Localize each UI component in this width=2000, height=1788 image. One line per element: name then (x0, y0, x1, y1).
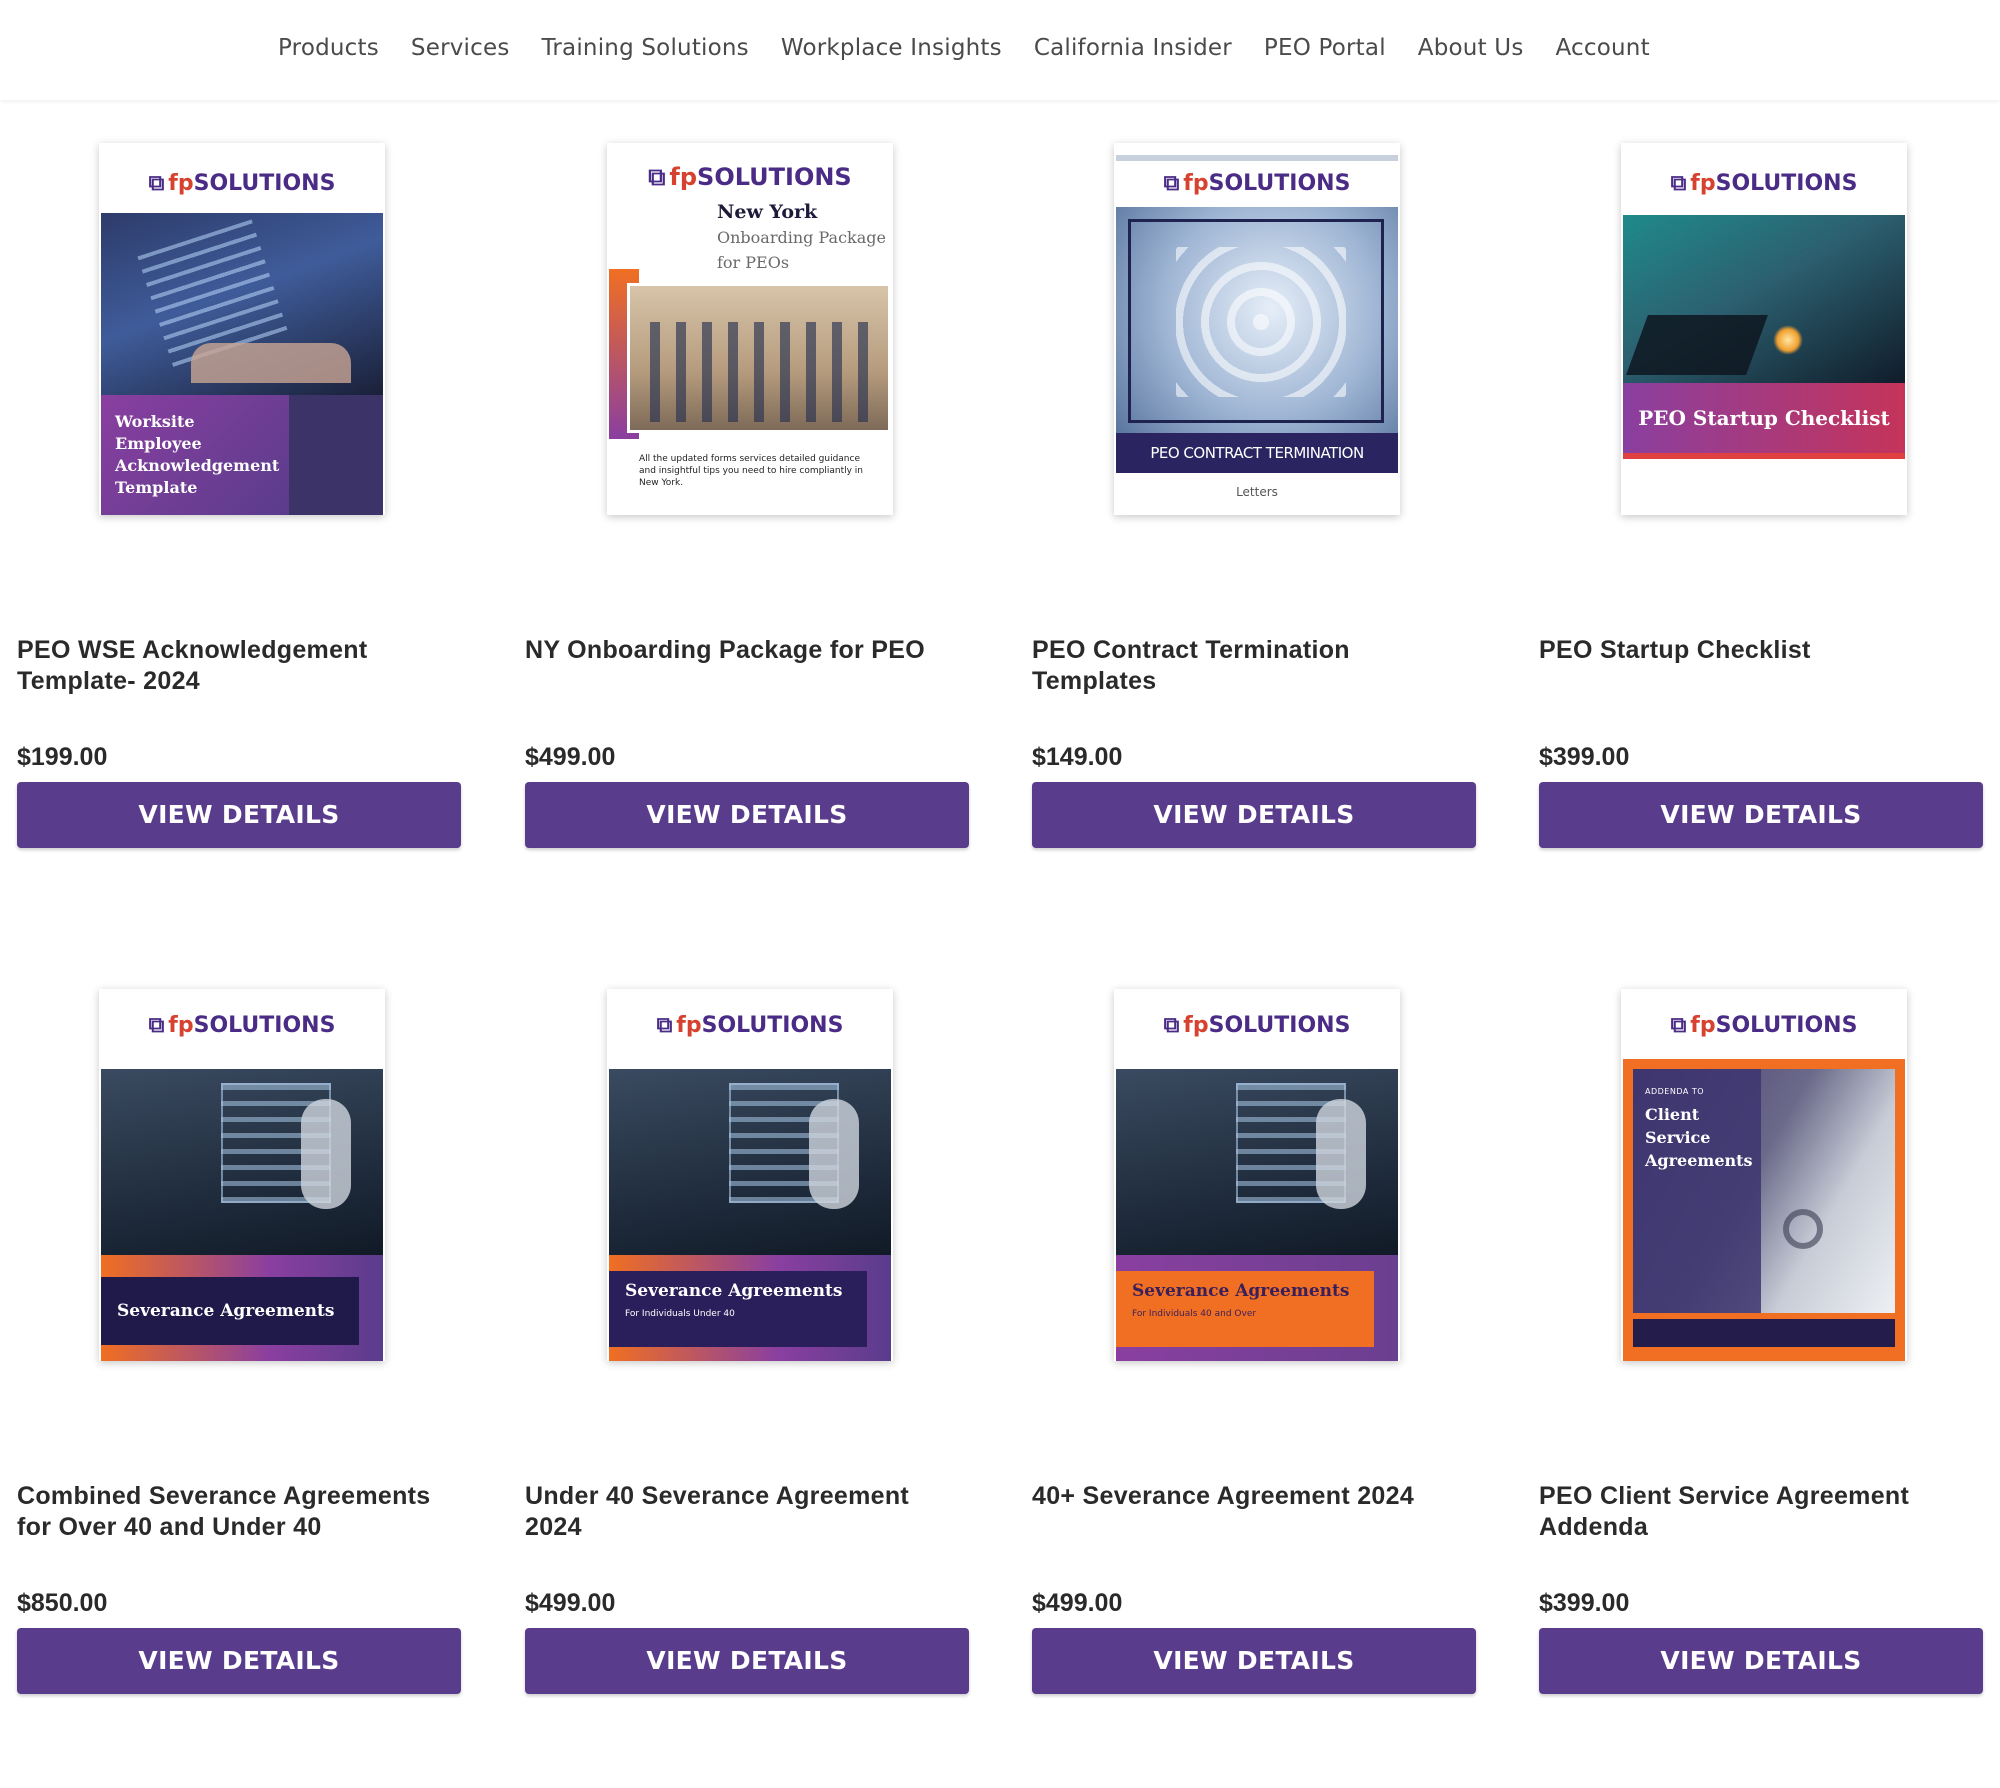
product-price: $499.00 (1032, 1589, 1123, 1617)
cover-band-text: Severance Agreements (1132, 1281, 1350, 1301)
product-title[interactable]: PEO Contract Termination Templates (1032, 635, 1476, 697)
brand-logo-icon: ⧉ (1670, 171, 1687, 196)
product-title[interactable]: 40+ Severance Agreement 2024 (1032, 1481, 1476, 1512)
cover-heading: New York (717, 201, 818, 223)
view-details-button[interactable]: VIEW DETAILS (17, 782, 461, 848)
brand-logo: ⧉ fpSOLUTIONS (1621, 171, 1907, 196)
product-title[interactable]: PEO Client Service Agreement Addenda (1539, 1481, 1983, 1543)
cover-sub-text: For Individuals 40 and Over (1132, 1309, 1257, 1319)
logo-solutions: SOLUTIONS (193, 171, 336, 196)
product-price: $499.00 (525, 743, 616, 771)
brand-logo-icon: ⧉ (148, 171, 165, 196)
view-details-button[interactable]: VIEW DETAILS (1539, 1628, 1983, 1694)
logo-solutions: SOLUTIONS (697, 163, 852, 191)
nav-item-about-us[interactable]: About Us (1418, 30, 1524, 66)
logo-fp: fp (676, 1013, 702, 1038)
product-cover-image[interactable]: ⧉ fpSOLUTIONS New York Onboarding Package… (607, 143, 893, 515)
startup-laptop-photo (1623, 215, 1905, 383)
cover-band-text: Severance Agreements (101, 1277, 359, 1345)
brand-logo-icon: ⧉ (1670, 1013, 1687, 1038)
product-title[interactable]: Combined Severance Agreements for Over 4… (17, 1481, 461, 1543)
brand-logo-icon: ⧉ (148, 1013, 165, 1038)
product-cover-image[interactable]: ⧉ fpSOLUTIONS PEO CONTRACT TERMINATION Le… (1114, 143, 1400, 515)
logo-fp: fp (1183, 1013, 1209, 1038)
product-title[interactable]: Under 40 Severance Agreement 2024 (525, 1481, 969, 1543)
logo-solutions: SOLUTIONS (1208, 1013, 1351, 1038)
view-details-button[interactable]: VIEW DETAILS (525, 782, 969, 848)
logo-solutions: SOLUTIONS (193, 1013, 336, 1038)
nav-item-california-insider[interactable]: California Insider (1034, 30, 1232, 66)
nav-item-workplace-insights[interactable]: Workplace Insights (781, 30, 1002, 66)
cover-band-text: PEO CONTRACT TERMINATION (1116, 433, 1398, 473)
nav-item-peo-portal[interactable]: PEO Portal (1264, 30, 1386, 66)
product-title[interactable]: PEO Startup Checklist (1539, 635, 1983, 666)
logo-fp: fp (669, 163, 698, 191)
view-details-button[interactable]: VIEW DETAILS (1032, 782, 1476, 848)
product-price: $850.00 (17, 1589, 108, 1617)
cover-kicker: ADDENDA TO (1645, 1087, 1705, 1096)
cover-bottom-strip (1633, 1319, 1895, 1347)
product-title[interactable]: PEO WSE Acknowledgement Template- 2024 (17, 635, 461, 697)
product-price: $199.00 (17, 743, 108, 771)
logo-fp: fp (168, 1013, 194, 1038)
product-price: $399.00 (1539, 743, 1630, 771)
document-hand-photo (609, 1069, 891, 1255)
product-title[interactable]: NY Onboarding Package for PEO (525, 635, 969, 666)
product-price: $499.00 (525, 1589, 616, 1617)
nav-item-services[interactable]: Services (411, 30, 510, 66)
cover-blurb: All the updated forms services detailed … (639, 454, 863, 488)
cover-sub-text: For Individuals Under 40 (625, 1309, 735, 1319)
cover-sub-text: Letters (1236, 485, 1278, 499)
brand-logo: ⧉ fpSOLUTIONS (99, 1013, 385, 1038)
document-hand-photo (1116, 1069, 1398, 1255)
product-cover-image[interactable]: ⧉ fpSOLUTIONS ADDENDA TO Client Service A… (1621, 989, 1907, 1361)
product-cover-image[interactable]: ⧉ fpSOLUTIONS Severance Agreements (99, 989, 385, 1361)
logo-fp: fp (1690, 171, 1716, 196)
office-photo (627, 283, 891, 433)
brand-logo: ⧉ fpSOLUTIONS (1621, 1013, 1907, 1038)
product-cover-image[interactable]: ⧉ fpSOLUTIONS Severance Agreements For In… (1114, 989, 1400, 1361)
network-hexagon-photo (1116, 207, 1398, 433)
cover-band-text: PEO Startup Checklist (1638, 406, 1890, 430)
top-navigation: Products Services Training Solutions Wor… (0, 0, 2000, 100)
product-price: $149.00 (1032, 743, 1123, 771)
logo-fp: fp (1183, 171, 1209, 196)
document-hand-photo (101, 1069, 383, 1255)
view-details-button[interactable]: VIEW DETAILS (1539, 782, 1983, 848)
brand-logo-icon: ⧉ (656, 1013, 673, 1038)
cover-band-text: Worksite Employee Acknowledgement Templa… (115, 412, 280, 497)
cover-bottom-strip (1623, 453, 1905, 459)
view-details-button[interactable]: VIEW DETAILS (17, 1628, 461, 1694)
product-cover-image[interactable]: ⧉ fpSOLUTIONS Worksite Employee Acknowled… (99, 143, 385, 515)
cover-band-text: Severance Agreements (625, 1281, 843, 1301)
brand-logo-icon: ⧉ (1163, 1013, 1180, 1038)
product-price: $399.00 (1539, 1589, 1630, 1617)
brand-logo: ⧉ fpSOLUTIONS (99, 171, 385, 196)
laptop-photo (101, 213, 383, 395)
logo-fp: fp (168, 171, 194, 196)
logo-solutions: SOLUTIONS (1715, 171, 1858, 196)
logo-solutions: SOLUTIONS (701, 1013, 844, 1038)
cover-subheading: Onboarding Package for PEOs (717, 228, 886, 272)
nav-item-training-solutions[interactable]: Training Solutions (542, 30, 749, 66)
logo-solutions: SOLUTIONS (1208, 171, 1351, 196)
product-cover-image[interactable]: ⧉ fpSOLUTIONS Severance Agreements For In… (607, 989, 893, 1361)
brand-logo: ⧉ fpSOLUTIONS (1114, 1013, 1400, 1038)
view-details-button[interactable]: VIEW DETAILS (525, 1628, 969, 1694)
product-cover-image[interactable]: ⧉ fpSOLUTIONS PEO Startup Checklist (1621, 143, 1907, 515)
brand-logo-icon: ⧉ (1163, 171, 1180, 196)
cover-top-stripe (1116, 155, 1398, 161)
logo-fp: fp (1690, 1013, 1716, 1038)
view-details-button[interactable]: VIEW DETAILS (1032, 1628, 1476, 1694)
brand-logo: ⧉ fpSOLUTIONS (607, 163, 893, 191)
brand-logo: ⧉ fpSOLUTIONS (1114, 171, 1400, 196)
nav-item-account[interactable]: Account (1556, 30, 1650, 66)
brand-logo: ⧉ fpSOLUTIONS (607, 1013, 893, 1038)
nav-item-products[interactable]: Products (278, 30, 379, 66)
brand-logo-icon: ⧉ (648, 163, 666, 191)
nav-menu: Products Services Training Solutions Wor… (278, 30, 1682, 66)
cover-band-text: Client Service Agreements (1645, 1105, 1753, 1170)
logo-solutions: SOLUTIONS (1715, 1013, 1858, 1038)
